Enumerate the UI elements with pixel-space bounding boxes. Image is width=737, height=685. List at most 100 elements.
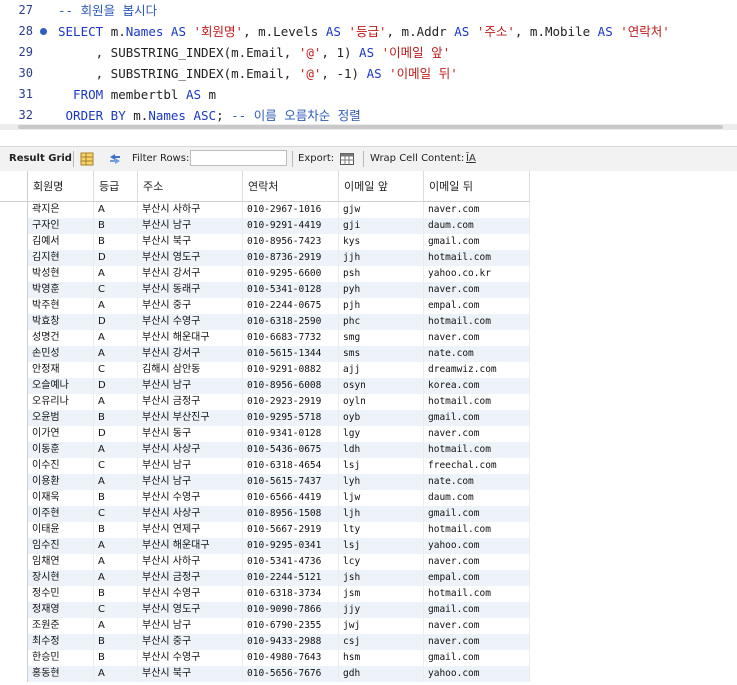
table-cell[interactable]: 부산시 사하구 (137, 554, 243, 570)
table-cell[interactable]: D (93, 250, 138, 266)
table-cell[interactable]: 오윤범 (27, 410, 94, 426)
row-header[interactable] (0, 474, 28, 490)
row-header[interactable] (0, 522, 28, 538)
table-cell[interactable]: jsh (338, 570, 424, 586)
row-header[interactable] (0, 458, 28, 474)
table-cell[interactable]: lgy (338, 426, 424, 442)
table-cell[interactable]: gji (338, 218, 424, 234)
table-cell[interactable]: 010-8956-7423 (242, 234, 339, 250)
table-cell[interactable]: nate.com (423, 474, 530, 490)
table-cell[interactable]: 010-2967-1016 (242, 201, 339, 218)
table-cell[interactable]: hotmail.com (423, 586, 530, 602)
table-cell[interactable]: naver.com (423, 201, 530, 218)
table-cell[interactable]: 정수민 (27, 586, 94, 602)
table-cell[interactable]: ldh (338, 442, 424, 458)
table-row[interactable]: 오슬예나 D 부산시 남구 010-8956-6008 osyn korea.com (0, 378, 530, 394)
table-cell[interactable]: 부산시 수영구 (137, 490, 243, 506)
row-header[interactable] (0, 554, 28, 570)
row-header[interactable] (0, 234, 28, 250)
table-cell[interactable]: lsj (338, 458, 424, 474)
table-cell[interactable]: A (93, 538, 138, 554)
column-header[interactable]: 이메일 앞 (338, 171, 424, 202)
table-cell[interactable]: 부산시 수영구 (137, 314, 243, 330)
row-header[interactable] (0, 410, 28, 426)
table-cell[interactable]: C (93, 362, 138, 378)
table-cell[interactable]: 조원준 (27, 618, 94, 634)
table-cell[interactable]: C (93, 458, 138, 474)
table-cell[interactable]: gmail.com (423, 234, 530, 250)
table-cell[interactable]: 김예서 (27, 234, 94, 250)
table-row[interactable]: 이수진 C 부산시 남구 010-6318-4654 lsj freechal.com (0, 458, 530, 474)
table-cell[interactable]: A (93, 618, 138, 634)
grid-view-icon[interactable] (79, 151, 95, 167)
table-cell[interactable]: 임채연 (27, 554, 94, 570)
row-header[interactable] (0, 266, 28, 282)
code-line[interactable]: 29 , SUBSTRING_INDEX(m.Email, '@', 1) AS… (0, 42, 737, 63)
table-cell[interactable]: hotmail.com (423, 250, 530, 266)
table-cell[interactable]: nate.com (423, 346, 530, 362)
table-cell[interactable]: gjw (338, 201, 424, 218)
table-cell[interactable]: D (93, 426, 138, 442)
table-row[interactable]: 이동훈 A 부산시 사상구 010-5436-0675 ldh hotmail.com (0, 442, 530, 458)
table-row[interactable]: 박성현 A 부산시 강서구 010-9295-6600 psh yahoo.co.kr (0, 266, 530, 282)
table-cell[interactable]: 부산시 사하구 (137, 201, 243, 218)
row-header[interactable] (0, 650, 28, 666)
table-cell[interactable]: 010-8956-1508 (242, 506, 339, 522)
table-cell[interactable]: 부산시 해운대구 (137, 330, 243, 346)
table-cell[interactable]: 부산시 북구 (137, 234, 243, 250)
table-cell[interactable]: 이가연 (27, 426, 94, 442)
table-row[interactable]: 구자인 B 부산시 남구 010-9291-4419 gji daum.com (0, 218, 530, 234)
table-row[interactable]: 임채연 A 부산시 사하구 010-5341-4736 lcy naver.com (0, 554, 530, 570)
table-cell[interactable]: A (93, 666, 138, 682)
row-header[interactable] (0, 618, 28, 634)
table-cell[interactable]: 곽지은 (27, 201, 94, 218)
table-cell[interactable]: 010-9295-0341 (242, 538, 339, 554)
table-cell[interactable]: psh (338, 266, 424, 282)
filter-rows-input[interactable] (190, 150, 287, 166)
table-cell[interactable]: 부산시 금정구 (137, 570, 243, 586)
table-cell[interactable]: 박효창 (27, 314, 94, 330)
table-cell[interactable]: 부산시 영도구 (137, 602, 243, 618)
table-cell[interactable]: 010-5615-7437 (242, 474, 339, 490)
table-cell[interactable]: 부산시 해운대구 (137, 538, 243, 554)
table-cell[interactable]: 010-6318-3734 (242, 586, 339, 602)
table-cell[interactable]: 부산시 강서구 (137, 266, 243, 282)
table-cell[interactable]: 홍동현 (27, 666, 94, 682)
table-cell[interactable]: 부산시 동래구 (137, 282, 243, 298)
table-row[interactable]: 오유리나 A 부산시 금정구 010-2923-2919 oyln hotmail.com (0, 394, 530, 410)
table-cell[interactable]: hotmail.com (423, 394, 530, 410)
row-header[interactable] (0, 394, 28, 410)
table-cell[interactable]: 010-5656-7676 (242, 666, 339, 682)
table-cell[interactable]: 박성현 (27, 266, 94, 282)
table-cell[interactable]: phc (338, 314, 424, 330)
table-cell[interactable]: A (93, 266, 138, 282)
table-cell[interactable]: 성명건 (27, 330, 94, 346)
code-line[interactable]: 30 , SUBSTRING_INDEX(m.Email, '@', -1) A… (0, 63, 737, 84)
table-cell[interactable]: 한승민 (27, 650, 94, 666)
table-cell[interactable]: 010-5341-0128 (242, 282, 339, 298)
table-cell[interactable]: yahoo.com (423, 666, 530, 682)
table-cell[interactable]: 오슬예나 (27, 378, 94, 394)
table-cell[interactable]: 부산시 중구 (137, 298, 243, 314)
table-cell[interactable]: 010-8736-2919 (242, 250, 339, 266)
table-row[interactable]: 정재영 C 부산시 영도구 010-9090-7866 jjy gmail.com (0, 602, 530, 618)
export-icon[interactable] (339, 151, 355, 167)
table-cell[interactable]: 박주현 (27, 298, 94, 314)
table-cell[interactable]: naver.com (423, 618, 530, 634)
table-cell[interactable]: 김해시 삼안동 (137, 362, 243, 378)
table-cell[interactable]: 부산시 부산진구 (137, 410, 243, 426)
table-cell[interactable]: osyn (338, 378, 424, 394)
table-cell[interactable]: 박영훈 (27, 282, 94, 298)
column-header[interactable]: 등급 (93, 171, 138, 202)
table-cell[interactable]: B (93, 650, 138, 666)
table-cell[interactable]: 010-5341-4736 (242, 554, 339, 570)
code-line[interactable]: 28 SELECT m.Names AS '회원명', m.Levels AS '… (0, 21, 737, 42)
table-row[interactable]: 임수진 A 부산시 해운대구 010-9295-0341 lsj yahoo.com (0, 538, 530, 554)
scrollbar-thumb[interactable] (18, 125, 723, 129)
table-cell[interactable]: 부산시 남구 (137, 474, 243, 490)
table-cell[interactable]: hotmail.com (423, 522, 530, 538)
table-cell[interactable]: 부산시 수영구 (137, 650, 243, 666)
table-cell[interactable]: jjh (338, 250, 424, 266)
table-row[interactable]: 박주현 A 부산시 중구 010-2244-0675 pjh empal.com (0, 298, 530, 314)
row-header[interactable] (0, 602, 28, 618)
